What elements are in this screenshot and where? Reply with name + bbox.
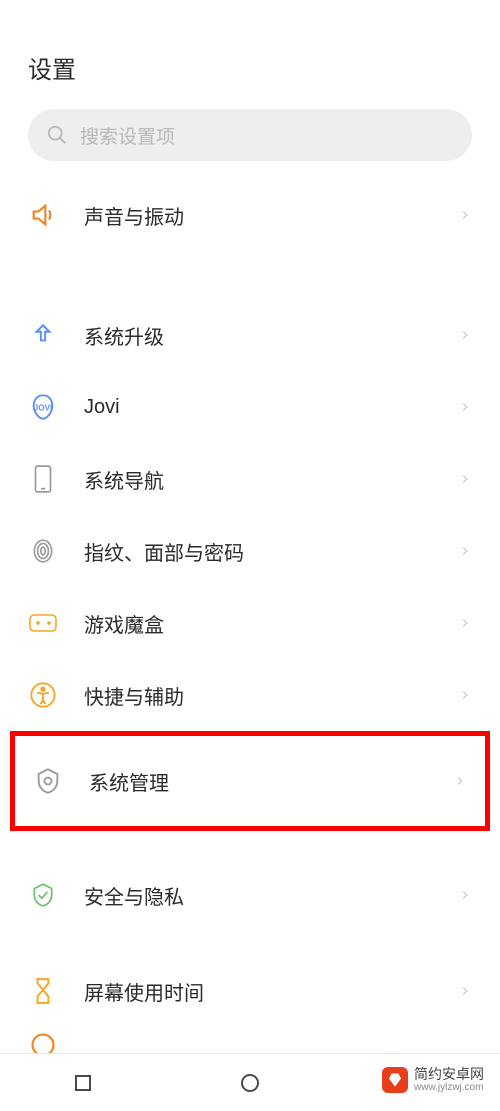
nav-recent-icon[interactable] bbox=[71, 1071, 95, 1095]
gamebox-icon bbox=[28, 608, 58, 638]
settings-item-sound[interactable]: 声音与振动 bbox=[0, 179, 500, 251]
accessibility-icon bbox=[28, 680, 58, 710]
item-label: 屏幕使用时间 bbox=[84, 977, 458, 1006]
chevron-right-icon bbox=[458, 688, 472, 702]
watermark-url: www.jylzwj.com bbox=[414, 1082, 484, 1093]
chevron-right-icon bbox=[458, 616, 472, 630]
settings-item-jovi[interactable]: JOVI Jovi bbox=[0, 371, 500, 443]
navigation-icon bbox=[28, 464, 58, 494]
chevron-right-icon bbox=[458, 888, 472, 902]
page-title: 设置 bbox=[0, 0, 500, 101]
watermark-badge-icon bbox=[382, 1067, 408, 1093]
item-label: Jovi bbox=[84, 396, 458, 419]
item-label: 快捷与辅助 bbox=[84, 681, 458, 710]
item-label: 指纹、面部与密码 bbox=[84, 537, 458, 566]
search-bar[interactable]: 搜索设置项 bbox=[28, 109, 472, 161]
nav-home-icon[interactable] bbox=[238, 1071, 262, 1095]
sound-icon bbox=[28, 200, 58, 230]
item-label: 系统升级 bbox=[84, 321, 458, 350]
settings-item-security[interactable]: 安全与隐私 bbox=[0, 859, 500, 931]
item-label: 游戏魔盒 bbox=[84, 609, 458, 638]
watermark: 简约安卓网 www.jylzwj.com bbox=[376, 1063, 490, 1097]
settings-item-screentime[interactable]: 屏幕使用时间 bbox=[0, 955, 500, 1027]
item-label: 声音与振动 bbox=[84, 201, 458, 230]
settings-item-upgrade[interactable]: 系统升级 bbox=[0, 299, 500, 371]
jovi-icon: JOVI bbox=[28, 392, 58, 422]
search-placeholder: 搜索设置项 bbox=[80, 122, 175, 149]
system-mgmt-icon bbox=[33, 766, 63, 796]
fingerprint-icon bbox=[28, 536, 58, 566]
chevron-right-icon bbox=[458, 328, 472, 342]
chevron-right-icon bbox=[458, 400, 472, 414]
chevron-right-icon bbox=[453, 774, 467, 788]
chevron-right-icon bbox=[458, 208, 472, 222]
settings-item-system-mgmt[interactable]: 系统管理 bbox=[15, 736, 485, 826]
chevron-right-icon bbox=[458, 544, 472, 558]
item-label: 安全与隐私 bbox=[84, 881, 458, 910]
item-label: 系统管理 bbox=[89, 767, 453, 796]
item-label: 系统导航 bbox=[84, 465, 458, 494]
settings-item-biometric[interactable]: 指纹、面部与密码 bbox=[0, 515, 500, 587]
hourglass-icon bbox=[28, 976, 58, 1006]
upgrade-icon bbox=[28, 320, 58, 350]
settings-item-navigation[interactable]: 系统导航 bbox=[0, 443, 500, 515]
settings-item-accessibility[interactable]: 快捷与辅助 bbox=[0, 659, 500, 731]
chevron-right-icon bbox=[458, 472, 472, 486]
svg-text:JOVI: JOVI bbox=[34, 404, 53, 413]
watermark-name: 简约安卓网 bbox=[414, 1067, 484, 1082]
shield-icon bbox=[28, 880, 58, 910]
chevron-right-icon bbox=[458, 984, 472, 998]
highlight-box: 系统管理 bbox=[10, 731, 490, 831]
settings-item-gamebox[interactable]: 游戏魔盒 bbox=[0, 587, 500, 659]
search-icon bbox=[46, 124, 68, 146]
